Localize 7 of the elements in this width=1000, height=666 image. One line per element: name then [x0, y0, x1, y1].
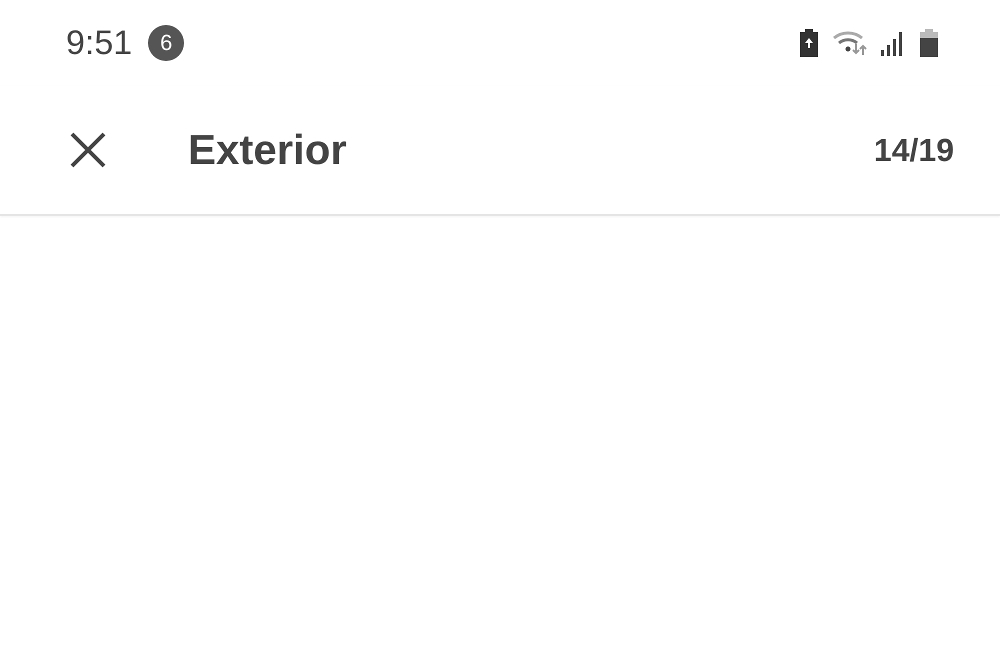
status-time: 9:51: [66, 24, 132, 62]
image-counter: 14/19: [874, 132, 954, 168]
notification-badge: 6: [148, 25, 184, 61]
battery-icon: [918, 29, 940, 57]
wifi-icon: [832, 30, 868, 56]
page-title: Exterior: [188, 126, 348, 174]
close-icon: [70, 132, 106, 168]
